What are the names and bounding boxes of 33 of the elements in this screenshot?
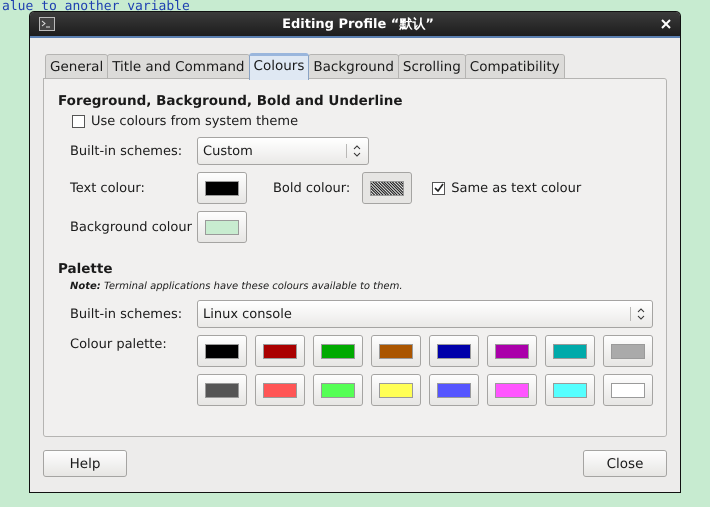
colour-button[interactable] xyxy=(197,374,247,406)
colour-button[interactable] xyxy=(429,335,479,367)
checkbox[interactable] xyxy=(432,182,446,194)
terminal-text: alue to another variable xyxy=(1,0,190,13)
field-label: Colour palette: xyxy=(70,336,168,352)
close-button[interactable]: Close xyxy=(583,450,667,477)
tab[interactable]: Background xyxy=(308,54,399,78)
colour-button[interactable] xyxy=(197,172,247,204)
tab[interactable]: Colours xyxy=(248,53,310,80)
tab[interactable]: General xyxy=(45,54,108,78)
checkbox-label: Use colours from system theme xyxy=(91,114,298,129)
tab[interactable]: Title and Command xyxy=(107,54,250,78)
help-button[interactable]: Help xyxy=(43,450,127,477)
terminal-icon xyxy=(39,17,55,31)
section-heading: Foreground, Background, Bold and Underline xyxy=(58,93,404,109)
close-icon[interactable] xyxy=(661,19,671,29)
scheme-dropdown[interactable]: Linux console xyxy=(197,300,653,328)
field-label: Background colour xyxy=(70,220,193,234)
window-title: Editing Profile “默认” xyxy=(281,16,435,33)
colour-button[interactable] xyxy=(487,335,537,367)
colour-button[interactable] xyxy=(197,335,247,367)
field-label: Bold colour: xyxy=(273,180,350,196)
field-label: Built-in schemes: xyxy=(70,306,184,322)
note-text: Note: Terminal applications have these colours available to them. xyxy=(70,281,404,292)
tab[interactable]: Scrolling xyxy=(398,54,466,78)
colour-button[interactable] xyxy=(255,335,305,367)
field-label: Text colour: xyxy=(70,180,146,196)
tab[interactable]: Compatibility xyxy=(464,54,565,78)
field-label: Built-in schemes: xyxy=(70,144,184,158)
section-heading: Palette xyxy=(58,261,114,277)
checkbox-label: Same as text colour xyxy=(451,180,582,196)
checkbox[interactable] xyxy=(72,115,85,128)
scheme-dropdown[interactable]: Custom xyxy=(197,137,369,165)
